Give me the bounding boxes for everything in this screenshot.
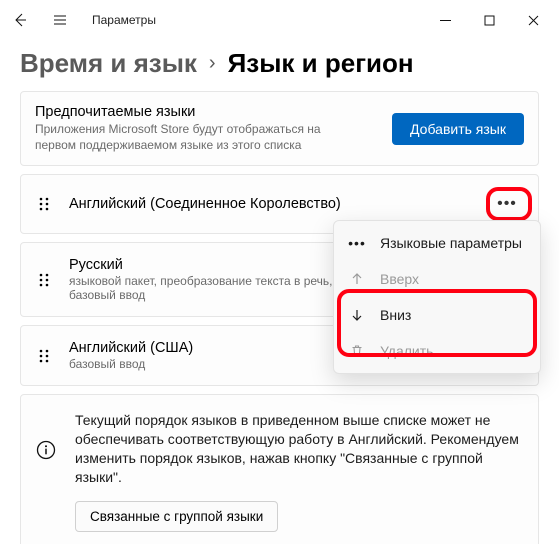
menu-item-label: Вниз (380, 307, 411, 323)
arrow-up-icon (348, 270, 366, 288)
drag-handle-icon[interactable] (35, 196, 53, 212)
more-icon: ••• (348, 234, 366, 252)
chevron-right-icon: › (209, 52, 216, 75)
drag-handle-icon[interactable] (35, 272, 53, 288)
title-bar: Параметры (0, 0, 559, 40)
minimize-button[interactable] (423, 4, 467, 36)
language-context-menu: ••• Языковые параметры Вверх Вниз Удалит… (333, 220, 541, 374)
menu-item-label: Языковые параметры (380, 235, 522, 251)
breadcrumb-parent[interactable]: Время и язык (20, 48, 197, 79)
trash-icon (348, 342, 366, 360)
maximize-button[interactable] (467, 4, 511, 36)
preferred-languages-card: Предпочитаемые языки Приложения Microsof… (20, 91, 539, 166)
menu-item-delete: Удалить (334, 333, 540, 369)
breadcrumb-current: Язык и регион (228, 48, 414, 79)
language-name: Английский (Соединенное Королевство) (69, 196, 474, 212)
back-button[interactable] (8, 8, 32, 32)
drag-handle-icon[interactable] (35, 348, 53, 364)
language-order-info-card: Текущий порядок языков в приведенном выш… (20, 394, 539, 544)
more-icon: ••• (497, 196, 517, 212)
grouped-languages-button[interactable]: Связанные с группой языки (75, 501, 278, 532)
preferred-title: Предпочитаемые языки (35, 104, 378, 120)
menu-item-move-down[interactable]: Вниз (334, 297, 540, 333)
menu-item-label: Вверх (380, 271, 419, 287)
add-language-button[interactable]: Добавить язык (392, 113, 524, 145)
menu-item-language-params[interactable]: ••• Языковые параметры (334, 225, 540, 261)
arrow-down-icon (348, 306, 366, 324)
info-icon (35, 439, 57, 461)
menu-button[interactable] (48, 8, 72, 32)
menu-item-label: Удалить (380, 343, 433, 359)
app-title: Параметры (92, 13, 156, 27)
breadcrumb: Время и язык › Язык и регион (0, 40, 559, 91)
close-button[interactable] (511, 4, 555, 36)
preferred-desc: Приложения Microsoft Store будут отображ… (35, 122, 355, 153)
more-options-button[interactable]: ••• (490, 189, 524, 219)
menu-item-move-up: Вверх (334, 261, 540, 297)
info-text: Текущий порядок языков в приведенном выш… (75, 411, 524, 487)
